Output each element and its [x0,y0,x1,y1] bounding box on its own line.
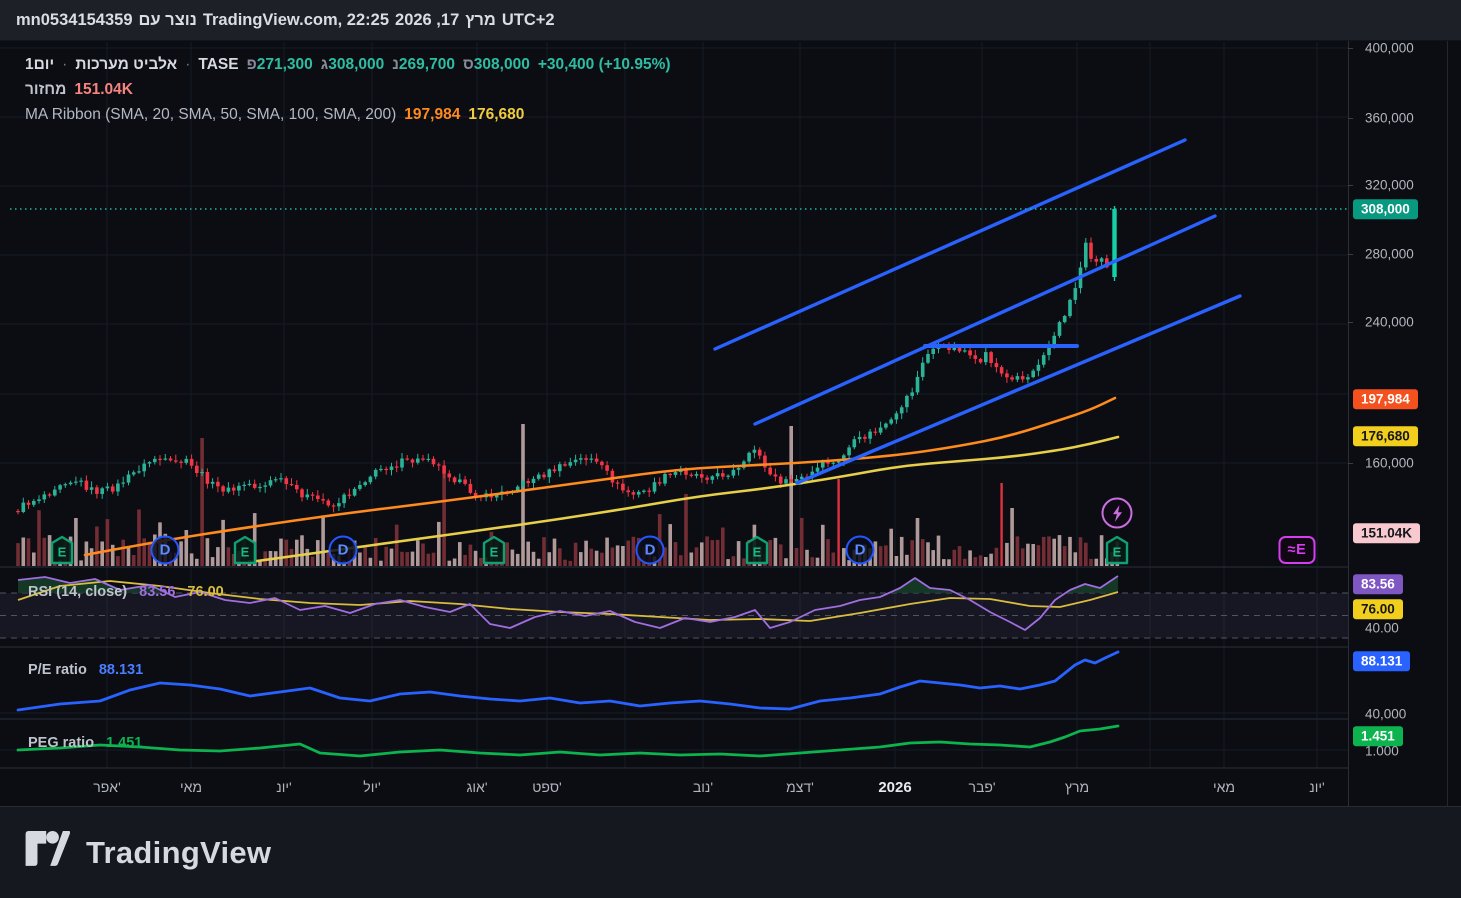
tradingview-logo-icon[interactable] [24,829,71,876]
earnings-marker-icon[interactable]: E [745,535,769,565]
indicator-axis-tick: 1.000 [1365,743,1399,759]
rsi-value: 83.56 [139,584,176,600]
open-value: פ 271,300 [246,55,313,73]
axis-tick-mark [1348,254,1353,255]
price-tick: 360,000 [1365,110,1414,126]
tradingview-screenshot: mn0534154359 נוצר עם TradingView.com, 22… [0,0,1461,898]
ma-100-value: 197,984 [404,105,461,123]
svg-text:E: E [490,545,499,560]
peg-legend: PEG ratio 1.451 [28,735,142,751]
pe-value: 88.131 [98,662,144,678]
pe-label: P/E ratio [28,662,87,678]
time-axis-label: 2026 [878,779,912,796]
exchange-name: TASE [198,55,239,73]
time-axis-label: נוב' [692,779,714,795]
brand-bar: TradingView [0,806,1461,898]
time-axis-label: אפר' [93,779,121,795]
peg-value: 1.451 [106,735,143,751]
dividend-marker-icon[interactable]: D [845,535,875,565]
low-value: נ 269,700 [392,55,455,73]
price-tick: 320,000 [1365,177,1414,193]
axis-tick-mark [1348,322,1353,323]
earnings-marker-icon[interactable]: E [482,535,506,565]
time-axis-label: אוג' [466,779,488,795]
chart-canvas[interactable] [0,0,1461,898]
axis-tick-mark [1348,463,1353,464]
svg-text:E: E [753,545,762,560]
time-axis-label: מאי [1212,779,1236,795]
axis-value-badge: 76.00 [1353,599,1403,619]
peg-label: PEG ratio [28,735,95,751]
axis-value-badge: 176,680 [1353,426,1418,446]
time-axis-label: פבר' [968,779,996,795]
rsi-legend: RSI (14, close) 83.56 76.00 [28,584,224,600]
price-tick: 160,000 [1365,455,1414,471]
price-tick: 400,000 [1365,40,1414,56]
earnings-marker-icon[interactable]: E [1105,535,1129,565]
legend-title-row: 1יום · אלביט מערכות · TASE פ 271,300 ג 308… [25,52,671,77]
dot-separator: · [185,55,191,73]
price-tick: 240,000 [1365,314,1414,330]
rsi-ma-value: 76.00 [187,584,224,600]
axis-value-badge: 308,000 [1353,199,1418,219]
axis-tick-mark [1348,185,1353,186]
time-axis-label: מאי [179,779,203,795]
ma-200-value: 176,680 [468,105,525,123]
svg-text:E: E [58,545,67,560]
indicator-axis-tick: 40.00 [1365,620,1399,636]
rsi-label: RSI (14, close) [28,584,128,600]
axis-value-badge: 88.131 [1353,651,1411,671]
legend-volume-row: מחזור 151.04K [25,77,671,102]
legend-ma-row: MA Ribbon (SMA, 20, SMA, 50, SMA, 100, S… [25,102,671,127]
dot-separator: · [62,55,68,73]
time-axis-label: דצמ' [786,779,814,795]
dividend-marker-icon[interactable]: D [150,535,180,565]
lightning-icon[interactable] [1101,497,1133,529]
ma-ribbon-label: MA Ribbon (SMA, 20, SMA, 50, SMA, 100, S… [25,105,397,123]
symbol-legend: 1יום · אלביט מערכות · TASE פ 271,300 ג 308… [25,52,671,127]
indicator-axis-tick: 40,000 [1365,706,1407,722]
axis-value-badge: 1.451 [1353,726,1403,746]
axis-value-badge: 197,984 [1353,389,1418,409]
svg-text:E: E [241,545,250,560]
svg-text:E: E [1113,545,1122,560]
axis-tick-mark [1348,118,1353,119]
pe-legend: P/E ratio 88.131 [28,662,143,678]
volume-value: 151.04K [74,80,133,98]
price-tick: 280,000 [1365,246,1414,262]
axis-tick-mark [1348,48,1353,49]
time-axis-label: מרץ [1064,779,1090,795]
time-axis-label: יול' [363,779,381,795]
interval-label: 1יום [25,55,55,73]
time-axis-label: יונ' [276,779,292,795]
time-axis-label: ספט' [532,779,562,795]
high-value: ג 308,000 [320,55,385,73]
projected-earnings-marker-icon[interactable]: ≈E [1278,536,1316,564]
axis-value-badge: 83.56 [1353,574,1403,594]
change-value: +30,400 (+10.95%) [537,55,671,73]
time-axis-label: יונ' [1309,779,1325,795]
close-value: ס 308,000 [462,55,530,73]
dividend-marker-icon[interactable]: D [635,535,665,565]
axis-value-badge: 151.04K [1353,523,1421,543]
earnings-marker-icon[interactable]: E [50,535,74,565]
volume-label: מחזור [25,80,67,98]
dividend-marker-icon[interactable]: D [328,535,358,565]
earnings-marker-icon[interactable]: E [233,535,257,565]
tradingview-wordmark[interactable]: TradingView [86,835,271,871]
symbol-name: אלביט מערכות [75,55,178,73]
